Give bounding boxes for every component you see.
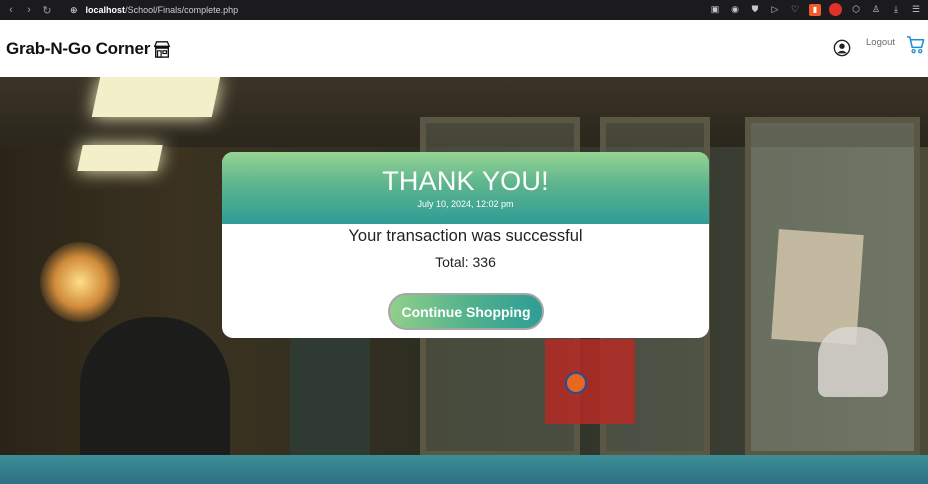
store-shelf xyxy=(290,327,370,455)
brand-name[interactable]: Grab-N-Go Corner xyxy=(6,39,150,59)
screenshot-icon[interactable]: ◉ xyxy=(729,4,741,16)
shield-icon[interactable]: ⛊ xyxy=(749,4,761,16)
heart-icon[interactable]: ♡ xyxy=(789,4,801,16)
user-icon[interactable] xyxy=(833,39,851,57)
thank-you-title: THANK YOU! xyxy=(382,166,549,196)
person-silhouette xyxy=(80,317,230,455)
profile-icon[interactable]: ♙ xyxy=(870,4,882,16)
extension-icon[interactable]: ▣ xyxy=(709,4,721,16)
transaction-datetime: July 10, 2024, 12:02 pm xyxy=(417,199,514,209)
address-bar[interactable]: ⊕ localhost/School/Finals/complete.php xyxy=(70,5,238,16)
footer xyxy=(0,455,928,484)
url-host: localhost xyxy=(85,5,126,15)
cart-icon[interactable] xyxy=(906,35,925,54)
ceiling-light xyxy=(77,145,163,171)
total-label: Total: xyxy=(435,254,469,270)
forward-icon[interactable]: › xyxy=(20,4,38,16)
confirmation-body: Your transaction was successful Total: 3… xyxy=(222,227,709,270)
download-icon[interactable]: ⤓ xyxy=(890,4,902,16)
extension-icon[interactable] xyxy=(829,3,842,16)
total-value: 336 xyxy=(472,254,496,270)
sunlight xyxy=(40,242,120,322)
gas-pump xyxy=(545,339,635,424)
confirmation-card: THANK YOU! July 10, 2024, 12:02 pm Your … xyxy=(222,152,709,338)
site-info-icon[interactable]: ⊕ xyxy=(70,5,78,16)
gas-station-sign xyxy=(565,372,587,394)
cube-icon[interactable]: ⬡ xyxy=(850,4,862,16)
reload-icon[interactable]: ↻ xyxy=(38,4,56,17)
order-total: Total: 336 xyxy=(222,254,709,270)
extension-icon[interactable]: ▮ xyxy=(809,3,821,16)
parked-car xyxy=(818,327,888,397)
store-icon xyxy=(153,41,171,58)
confirmation-header: THANK YOU! July 10, 2024, 12:02 pm xyxy=(222,152,709,224)
url-path: /School/Finals/complete.php xyxy=(125,5,239,15)
brand[interactable]: Grab-N-Go Corner xyxy=(6,39,171,59)
menu-icon[interactable]: ☰ xyxy=(910,4,922,16)
play-icon[interactable]: ▷ xyxy=(769,4,781,16)
extension-bar: ▣ ◉ ⛊ ▷ ♡ ▮ ⬡ ♙ ⤓ ☰ xyxy=(709,3,922,16)
browser-toolbar: ‹ › ↻ ⊕ localhost/School/Finals/complete… xyxy=(0,0,928,20)
site-header: Grab-N-Go Corner Logout xyxy=(0,20,928,77)
continue-shopping-button[interactable]: Continue Shopping xyxy=(388,293,544,330)
logout-link[interactable]: Logout xyxy=(866,37,895,48)
back-icon[interactable]: ‹ xyxy=(2,4,20,16)
success-message: Your transaction was successful xyxy=(348,227,583,245)
ceiling-light xyxy=(91,77,221,117)
